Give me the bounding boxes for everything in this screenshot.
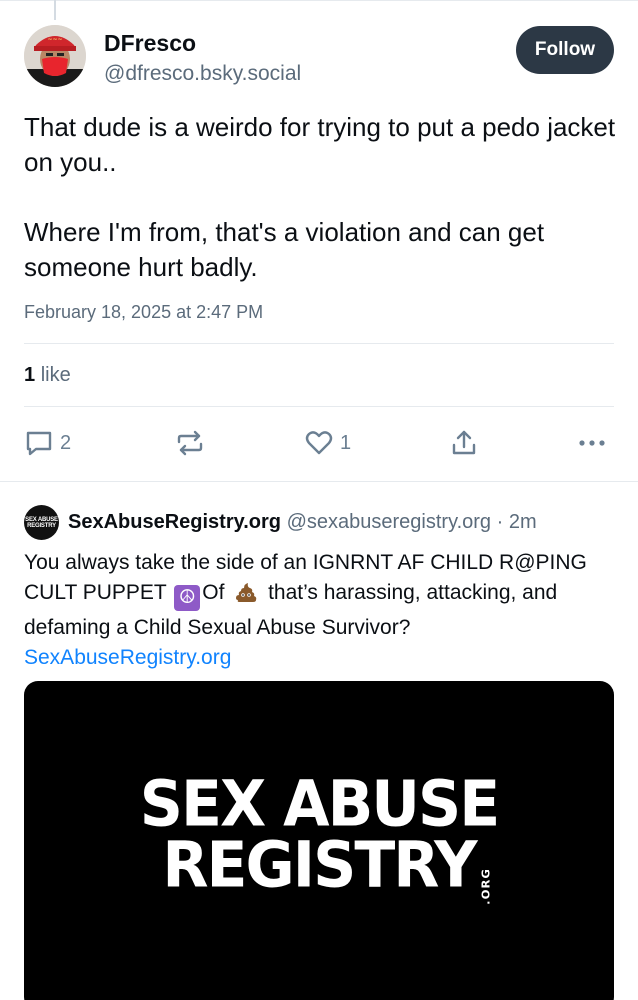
speech-bubble-icon	[24, 428, 54, 458]
more-options-button[interactable]	[577, 425, 607, 461]
likes-label: like	[40, 364, 71, 386]
quoted-link[interactable]: SexAbuseRegistry.org	[24, 646, 231, 669]
post-timestamp: February 18, 2025 at 2:47 PM	[24, 302, 264, 322]
divider	[24, 343, 614, 344]
embed-logo-line: REGISTRY	[162, 828, 477, 903]
author-avatar[interactable]: ~~~	[24, 25, 86, 87]
heart-icon	[304, 428, 334, 458]
embed-logo-org: .ORG	[479, 868, 493, 905]
quoted-author-handle[interactable]: @sexabuseregistry.org	[287, 511, 491, 533]
svg-text:~~~: ~~~	[47, 36, 62, 43]
quoted-author-avatar[interactable]: SEX ABUSE REGISTRY	[24, 505, 59, 540]
repost-arrows-icon	[174, 428, 206, 458]
avatar-logo-line: REGISTRY	[27, 522, 56, 529]
quoted-author-name[interactable]: SexAbuseRegistry.org	[68, 511, 281, 533]
quoted-text: You always take the side of an IGNRNT AF…	[24, 548, 620, 673]
post-paragraph: That dude is a weirdo for trying to put …	[24, 112, 616, 177]
share-upload-icon	[449, 428, 479, 458]
author-handle[interactable]: @dfresco.bsky.social	[104, 62, 301, 86]
action-bar: 2 1	[24, 425, 614, 461]
like-button[interactable]: 1	[304, 425, 351, 461]
repost-button[interactable]	[174, 425, 212, 461]
peace-symbol-icon: ☮	[174, 585, 201, 611]
reply-count: 2	[60, 431, 72, 454]
likes-count: 1	[24, 364, 36, 386]
share-button[interactable]	[449, 425, 479, 461]
quoted-header: SexAbuseRegistry.org @sexabuseregistry.o…	[68, 511, 537, 534]
thread-line	[54, 0, 56, 20]
like-count: 1	[340, 431, 352, 454]
post-paragraph: Where I'm from, that's a violation and c…	[24, 217, 545, 282]
avatar-image: ~~~	[24, 25, 86, 87]
separator-dot: ·	[496, 511, 504, 533]
quoted-time[interactable]: 2m	[509, 511, 537, 533]
reply-button[interactable]: 2	[24, 425, 71, 461]
link-card-image[interactable]: SEX ABUSE REGISTRY .ORG	[24, 681, 614, 1000]
quoted-text-part: Of	[202, 581, 225, 604]
ellipsis-icon	[577, 428, 607, 458]
follow-button[interactable]: Follow	[516, 26, 614, 74]
divider	[24, 406, 614, 407]
section-divider	[0, 481, 638, 482]
embed-logo-line: SEX ABUSE	[139, 767, 500, 842]
post-text: That dude is a weirdo for trying to put …	[24, 110, 624, 285]
top-border	[0, 0, 638, 1]
embed-logo: SEX ABUSE REGISTRY .ORG	[24, 767, 614, 905]
author-name[interactable]: DFresco	[104, 30, 196, 57]
poop-emoji-icon	[234, 580, 258, 613]
likes-summary[interactable]: 1 like	[24, 364, 71, 387]
